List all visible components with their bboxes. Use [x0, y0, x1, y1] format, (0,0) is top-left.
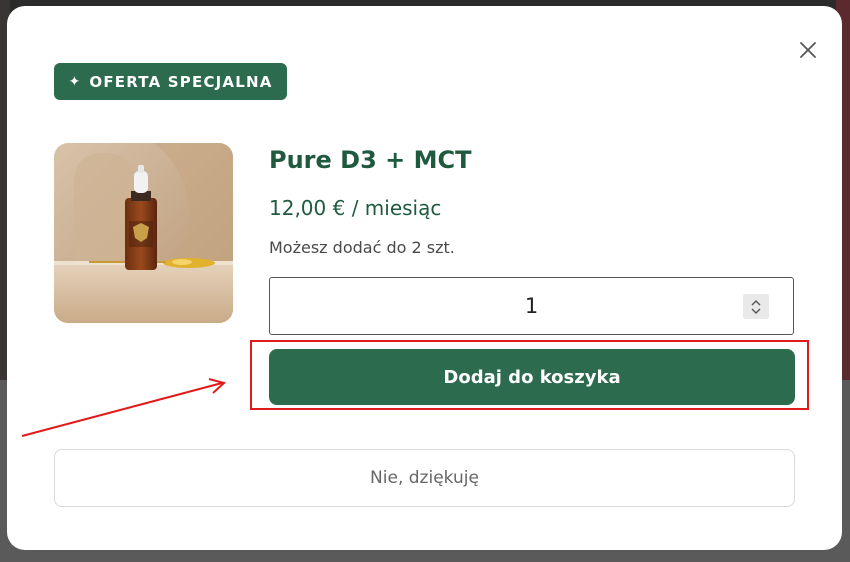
badge-label: OFERTA SPECJALNA	[89, 72, 273, 91]
product-bottle-image	[54, 143, 233, 323]
quantity-input[interactable]: 1	[269, 277, 794, 335]
quantity-stepper[interactable]	[743, 294, 769, 319]
decline-button[interactable]: Nie, dziękuję	[54, 449, 795, 507]
product-image	[54, 143, 233, 323]
product-title: Pure D3 + MCT	[269, 146, 472, 174]
diamond-icon: ✦	[68, 73, 82, 90]
chevron-up-icon[interactable]	[750, 299, 762, 307]
quantity-value: 1	[524, 294, 539, 318]
quantity-limit-text: Możesz dodać do 2 szt.	[269, 238, 455, 257]
product-price: 12,00 € / miesiąc	[269, 196, 442, 220]
close-icon[interactable]	[797, 39, 819, 61]
chevron-down-icon[interactable]	[750, 307, 762, 315]
special-offer-badge: ✦ OFERTA SPECJALNA	[54, 63, 287, 100]
annotation-highlight-box	[250, 340, 809, 410]
